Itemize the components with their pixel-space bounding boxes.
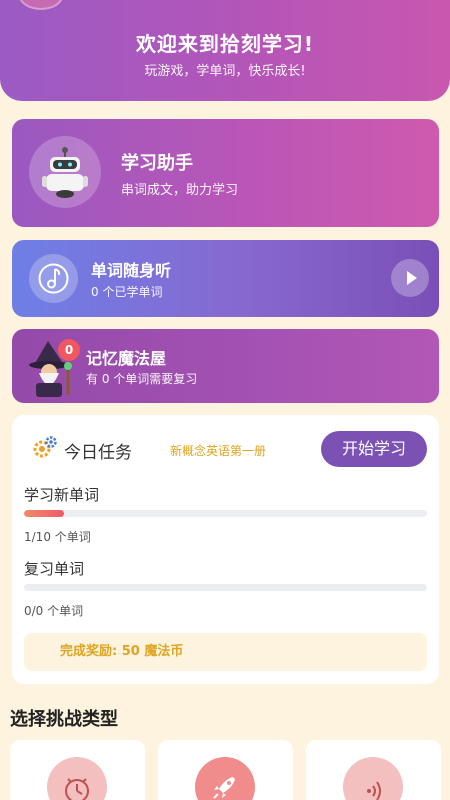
welcome-title: 欢迎来到拾刻学习! — [135, 32, 315, 56]
new-words-progress-fill — [24, 510, 65, 517]
book-name[interactable]: 新概念英语第一册 — [170, 442, 266, 459]
new-words-label: 学习新单词 — [24, 486, 100, 504]
challenge-section-title: 选择挑战类型 — [10, 709, 118, 730]
gears-icon — [32, 435, 58, 461]
new-words-progress — [24, 510, 427, 517]
challenge-type-rocket[interactable] — [158, 740, 293, 800]
play-icon — [407, 271, 417, 285]
magic-title: 记忆魔法屋 — [86, 349, 167, 368]
assistant-title: 学习助手 — [121, 153, 193, 174]
welcome-subtitle: 玩游戏，学单词，快乐成长! — [144, 64, 306, 79]
listen-title: 单词随身听 — [91, 261, 172, 280]
study-assistant-card[interactable]: 学习助手 串词成文，助力学习 — [12, 119, 439, 227]
new-words-count: 1/10 个单词 — [24, 530, 91, 544]
review-words-count: 0/0 个单词 — [24, 604, 84, 618]
reward-banner: 完成奖励: 50 魔法币 — [24, 633, 427, 671]
welcome-header: 欢迎来到拾刻学习! 玩游戏，学单词，快乐成长! — [0, 0, 450, 101]
music-note-icon — [29, 254, 78, 303]
word-listen-card[interactable]: 单词随身听 0 个已学单词 — [12, 240, 439, 317]
today-task-card: 今日任务 新概念英语第一册 开始学习 学习新单词 1/10 个单词 复习单词 0… — [12, 415, 439, 684]
challenge-type-timer[interactable] — [10, 740, 145, 800]
review-badge: 0 — [58, 339, 80, 361]
sound-icon — [343, 757, 403, 800]
listen-desc: 0 个已学单词 — [91, 285, 163, 299]
play-button[interactable] — [391, 259, 429, 297]
task-heading: 今日任务 — [64, 443, 132, 463]
start-learning-button[interactable]: 开始学习 — [321, 431, 427, 467]
assistant-desc: 串词成文，助力学习 — [121, 183, 239, 198]
robot-icon — [29, 136, 101, 208]
rocket-icon — [195, 757, 255, 800]
magic-desc: 有 0 个单词需要复习 — [86, 372, 198, 386]
review-words-label: 复习单词 — [24, 560, 85, 578]
avatar[interactable] — [18, 0, 64, 10]
timer-icon — [47, 757, 107, 800]
review-words-progress — [24, 584, 427, 591]
memory-magic-card[interactable]: 0 记忆魔法屋 有 0 个单词需要复习 — [12, 329, 439, 403]
challenge-type-sound[interactable] — [306, 740, 441, 800]
